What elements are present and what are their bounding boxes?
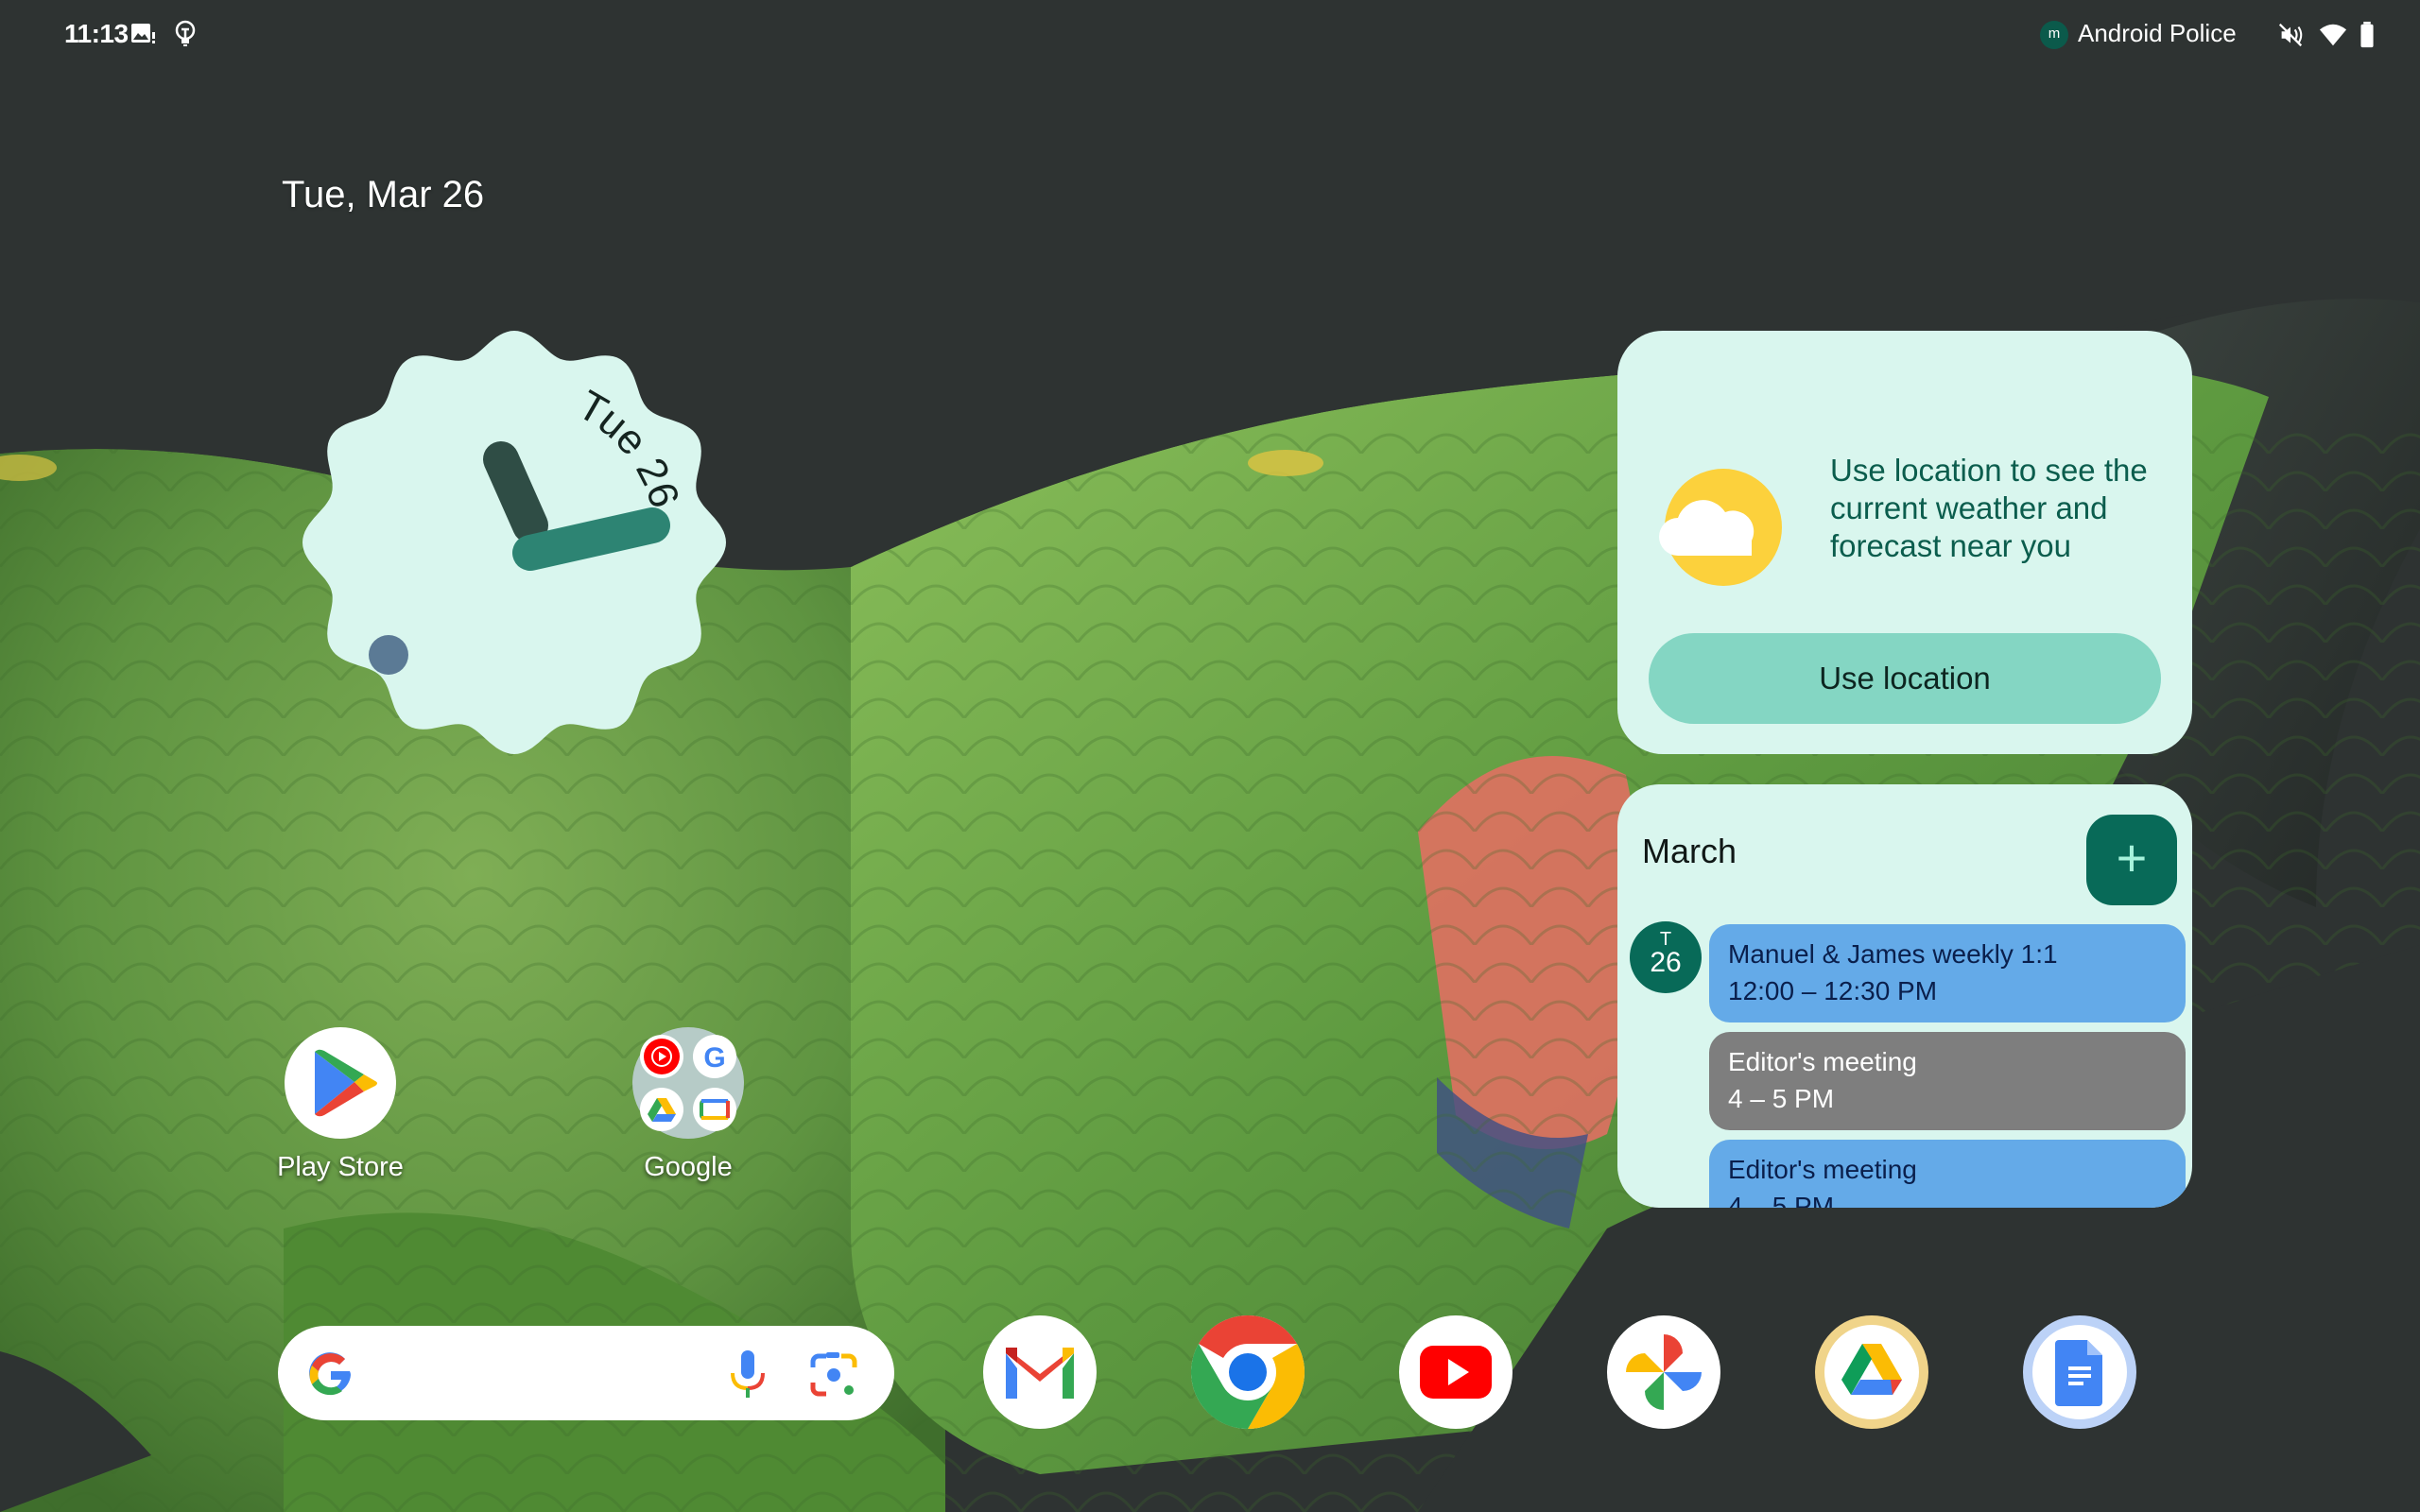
folder-label: Google bbox=[644, 1152, 733, 1182]
calendar-month[interactable]: March bbox=[1642, 832, 1737, 871]
dock-chrome[interactable] bbox=[1190, 1315, 1305, 1429]
account-name: Android Police bbox=[2078, 19, 2237, 47]
google-docs-icon bbox=[2023, 1315, 2136, 1429]
event-time: 4 – 5 PM bbox=[1728, 1084, 1835, 1113]
account-avatar: m bbox=[2040, 21, 2068, 49]
plus-icon: + bbox=[2116, 828, 2148, 887]
google-folder-icon: G bbox=[632, 1027, 744, 1139]
calendar-event[interactable]: Editor's meeting 4 – 5 PM bbox=[1709, 1032, 2186, 1130]
dock-gmail[interactable] bbox=[983, 1315, 1097, 1429]
status-bar: 11:13 m Android Police bbox=[0, 0, 2420, 68]
vibrate-off-icon bbox=[2276, 21, 2307, 51]
calendar-widget[interactable]: March + T 26 Manuel & James weekly 1:1 1… bbox=[1617, 784, 2192, 1208]
event-title: Editor's meeting bbox=[1728, 1047, 1917, 1076]
chrome-icon bbox=[1190, 1315, 1305, 1429]
clock-face bbox=[302, 331, 726, 754]
image-notification-icon bbox=[129, 19, 159, 49]
calendar-event[interactable]: Manuel & James weekly 1:1 12:00 – 12:30 … bbox=[1709, 924, 2186, 1022]
folder-google[interactable]: G Google bbox=[613, 1027, 764, 1183]
app-label: Play Store bbox=[277, 1152, 404, 1182]
seconds-dot bbox=[369, 635, 408, 675]
calendar-event[interactable]: Editor's meeting 4 – 5 PM bbox=[1709, 1140, 2186, 1208]
calendar-day-badge[interactable]: T 26 bbox=[1630, 921, 1702, 993]
google-lens-icon[interactable] bbox=[809, 1350, 858, 1400]
google-g-icon[interactable] bbox=[306, 1350, 355, 1400]
use-location-button[interactable]: Use location bbox=[1649, 633, 2161, 724]
event-time: 4 – 5 PM bbox=[1728, 1192, 1835, 1208]
weather-message: Use location to see the current weather … bbox=[1830, 453, 2148, 563]
youtube-icon bbox=[1399, 1315, 1512, 1429]
app-play-store[interactable]: Play Store bbox=[265, 1027, 416, 1183]
dock-drive[interactable] bbox=[1815, 1315, 1928, 1429]
dock-docs[interactable] bbox=[2023, 1315, 2136, 1429]
google-meet-icon bbox=[693, 1088, 736, 1131]
analog-clock-widget[interactable]: Tue 26 bbox=[301, 329, 728, 756]
google-photos-icon bbox=[1607, 1315, 1720, 1429]
dock-photos[interactable] bbox=[1607, 1315, 1720, 1429]
weather-widget[interactable]: Use location to see the current weather … bbox=[1617, 331, 2192, 754]
google-icon: G bbox=[693, 1035, 736, 1078]
partly-cloudy-icon bbox=[1659, 463, 1788, 592]
svg-text:G: G bbox=[703, 1042, 725, 1074]
google-drive-icon bbox=[640, 1088, 683, 1131]
day-weekday: T bbox=[1659, 929, 1672, 950]
battery-icon bbox=[2358, 21, 2388, 51]
play-store-icon bbox=[285, 1027, 396, 1139]
event-list: Manuel & James weekly 1:1 12:00 – 12:30 … bbox=[1709, 924, 2186, 1208]
wifi-icon bbox=[2318, 21, 2348, 51]
dock-youtube[interactable] bbox=[1399, 1315, 1512, 1429]
add-event-button[interactable]: + bbox=[2086, 815, 2177, 905]
lightbulb-icon bbox=[170, 19, 200, 49]
microphone-icon[interactable] bbox=[724, 1349, 771, 1401]
event-title: Manuel & James weekly 1:1 bbox=[1728, 939, 2058, 969]
gmail-icon bbox=[983, 1315, 1097, 1429]
event-title: Editor's meeting bbox=[1728, 1155, 1917, 1184]
google-search-bar[interactable] bbox=[278, 1326, 894, 1420]
google-drive-icon bbox=[1815, 1315, 1928, 1429]
day-date: 26 bbox=[1650, 947, 1682, 978]
home-date[interactable]: Tue, Mar 26 bbox=[282, 174, 484, 216]
youtube-music-icon bbox=[640, 1035, 683, 1078]
status-time: 11:13 bbox=[64, 19, 129, 48]
event-time: 12:00 – 12:30 PM bbox=[1728, 976, 1938, 1005]
